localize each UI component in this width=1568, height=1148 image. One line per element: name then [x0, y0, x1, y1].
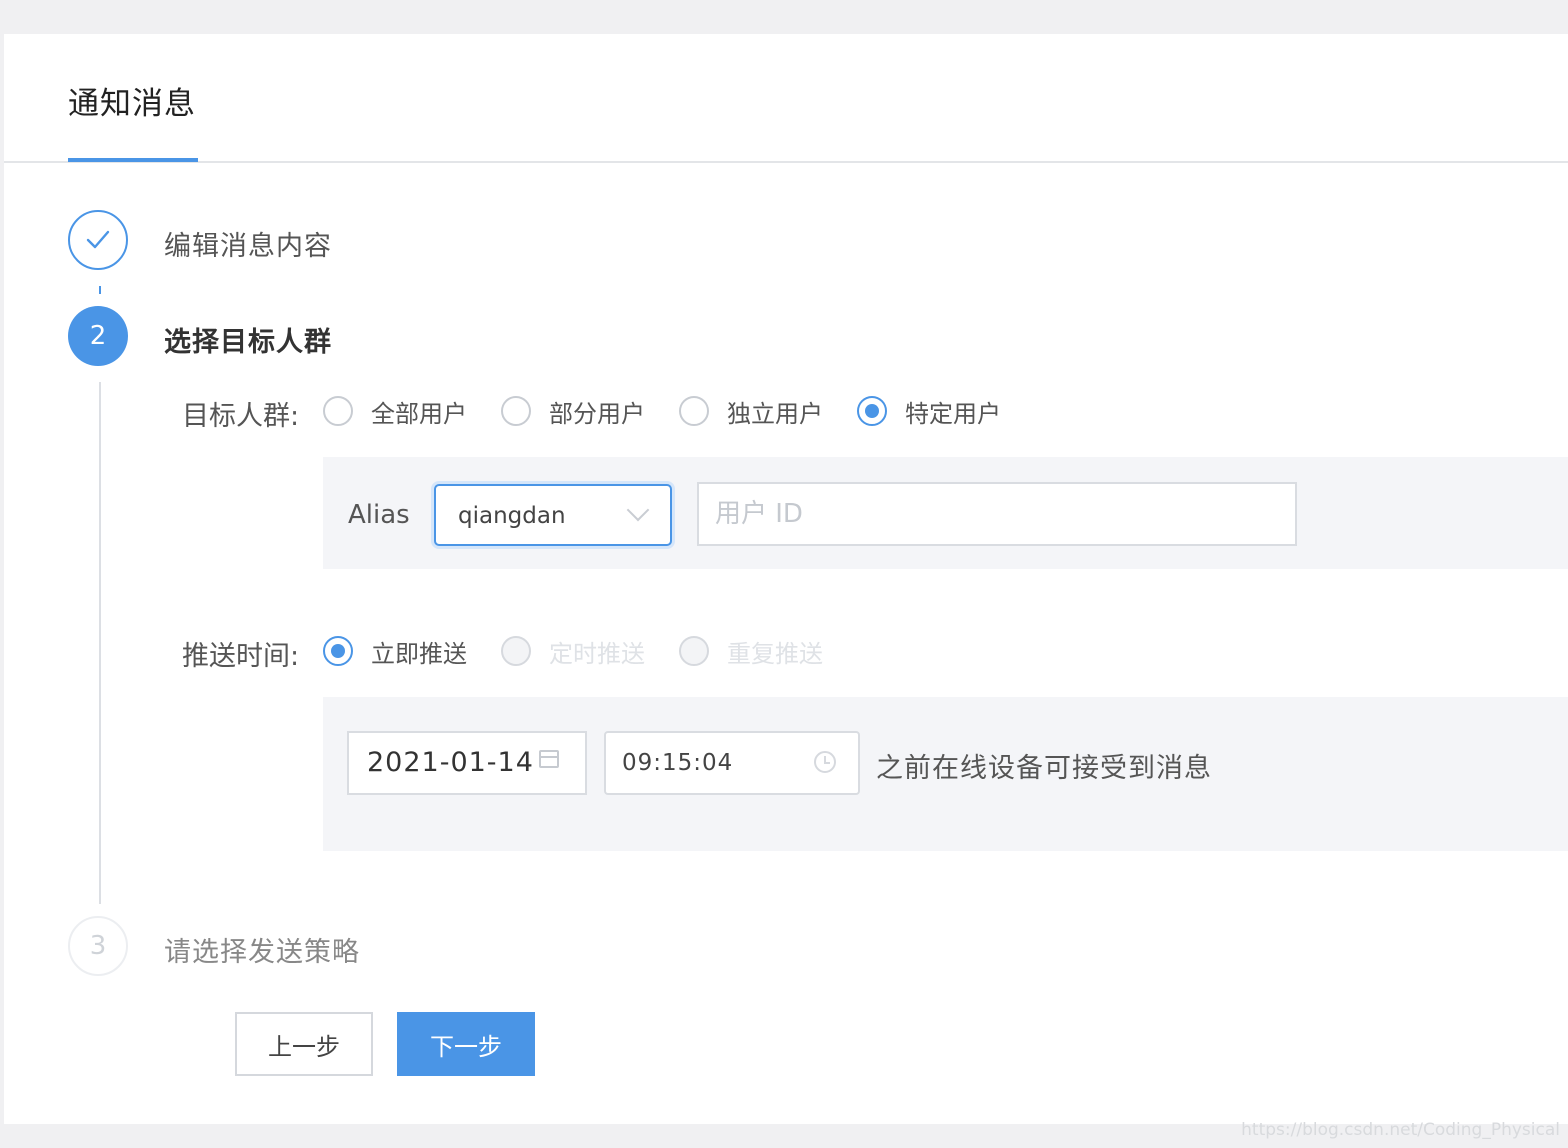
tab-bar: 通知消息: [4, 34, 1568, 163]
push-time-label: 推送时间:: [182, 641, 300, 672]
radio-dot[interactable]: [857, 396, 887, 426]
radio-independent-users[interactable]: 独立用户: [679, 394, 823, 428]
radio-label: 独立用户: [727, 399, 823, 428]
radio-dot[interactable]: [679, 636, 709, 666]
tab-active-indicator: [68, 158, 198, 162]
radio-dot[interactable]: [501, 636, 531, 666]
target-group-label: 目标人群:: [182, 401, 300, 432]
time-value: 09:15:04: [622, 750, 734, 776]
watermark-text: https://blog.csdn.net/Coding_Physical: [1241, 1120, 1560, 1140]
date-picker-input[interactable]: 2021-01-14: [347, 731, 587, 795]
previous-step-button[interactable]: 上一步: [235, 1012, 373, 1076]
step-connector-2: [99, 382, 101, 904]
chevron-down-icon: [626, 498, 650, 522]
step-1-title: 编辑消息内容: [164, 231, 332, 262]
next-step-button[interactable]: 下一步: [397, 1012, 535, 1076]
radio-partial-users[interactable]: 部分用户: [501, 394, 645, 428]
radio-label: 定时推送: [549, 639, 645, 668]
radio-push-scheduled[interactable]: 定时推送: [501, 634, 645, 668]
alias-select-value: qiangdan: [458, 503, 566, 529]
step-2-indicator: 2: [68, 306, 128, 366]
radio-dot[interactable]: [679, 396, 709, 426]
calendar-icon: [539, 750, 559, 768]
radio-dot[interactable]: [323, 636, 353, 666]
radio-push-repeat[interactable]: 重复推送: [679, 634, 823, 668]
alias-select[interactable]: qiangdan: [434, 484, 672, 546]
step-2-title: 选择目标人群: [164, 327, 332, 358]
time-picker-input[interactable]: 09:15:04: [604, 731, 860, 795]
tab-notification-message[interactable]: 通知消息: [68, 34, 198, 161]
date-value: 2021-01-14: [367, 747, 534, 778]
clock-icon: [814, 751, 836, 773]
tab-label: 通知消息: [68, 86, 196, 122]
radio-label: 立即推送: [371, 639, 467, 668]
radio-specific-users[interactable]: 特定用户: [857, 394, 1001, 428]
step-1-indicator: [68, 210, 128, 270]
radio-label: 重复推送: [727, 639, 823, 668]
radio-all-users[interactable]: 全部用户: [323, 394, 467, 428]
step-3-title: 请选择发送策略: [164, 937, 360, 968]
user-id-input[interactable]: [697, 482, 1297, 546]
radio-label: 特定用户: [905, 399, 1001, 428]
radio-dot[interactable]: [501, 396, 531, 426]
notification-panel: 通知消息 编辑消息内容 2 选择目标人群 目标人群: 全部用户 部分用户 独立用…: [4, 34, 1568, 1124]
radio-label: 全部用户: [371, 399, 467, 428]
push-time-hint: 之前在线设备可接受到消息: [876, 753, 1212, 784]
check-icon: [86, 230, 110, 249]
step-3-indicator: 3: [68, 916, 128, 976]
step-connector-1: [99, 286, 101, 294]
alias-label: Alias: [348, 500, 410, 530]
radio-dot[interactable]: [323, 396, 353, 426]
radio-push-now[interactable]: 立即推送: [323, 634, 467, 668]
radio-label: 部分用户: [549, 399, 645, 428]
